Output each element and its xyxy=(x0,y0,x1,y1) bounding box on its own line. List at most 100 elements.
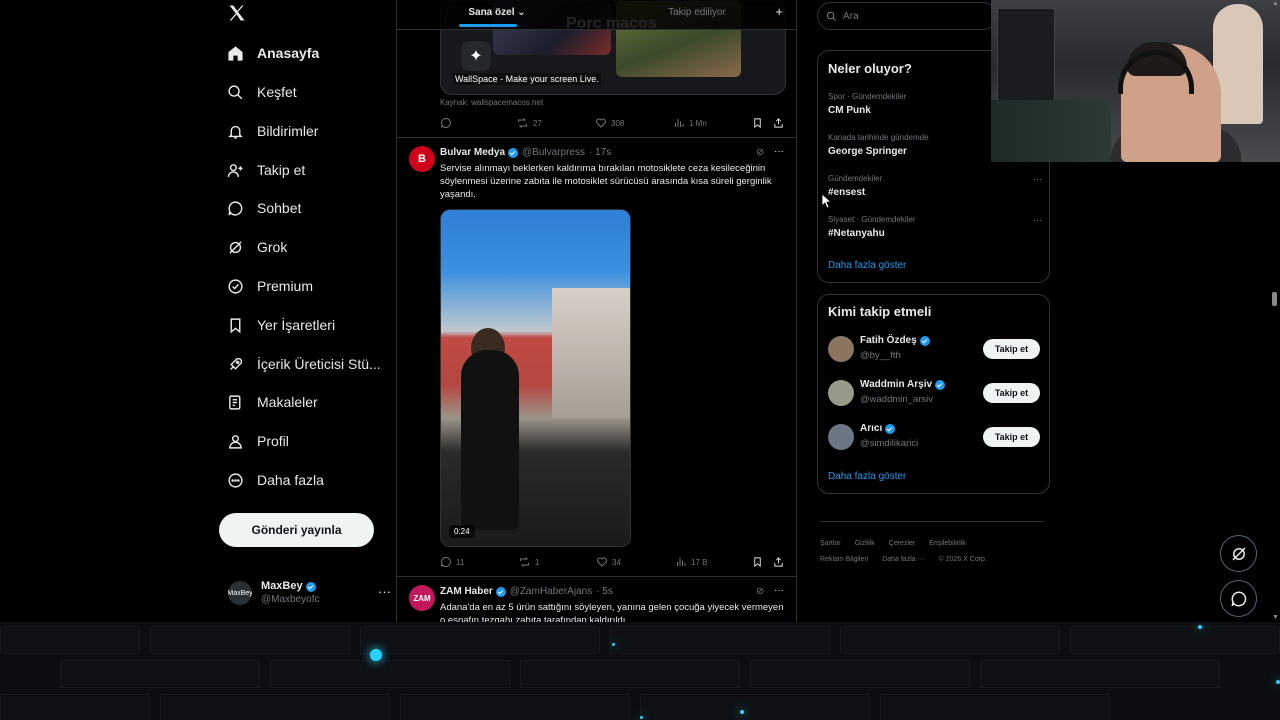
trend-item[interactable]: Gündemdekiler #ensest ··· xyxy=(828,174,1042,198)
active-tab-indicator xyxy=(459,24,517,27)
tweet-text: Servise alınmayı beklerken kaldırıma bır… xyxy=(440,163,772,200)
search-placeholder: Ara xyxy=(843,10,859,22)
more-options-icon[interactable]: ··· xyxy=(1033,174,1042,184)
tweet-author-name[interactable]: ZAM Haber xyxy=(440,586,493,597)
nav-label: Yer İşaretleri xyxy=(257,317,336,333)
timeline-tabs: Sana özel ⌄ Takip ediliyor + xyxy=(397,0,796,30)
bookmark-icon xyxy=(754,118,761,129)
post-button[interactable]: Gönderi yayınla xyxy=(219,513,374,547)
nav-label: Anasayfa xyxy=(257,45,320,61)
divider xyxy=(397,576,796,577)
views-button[interactable]: 1 Mn xyxy=(673,117,707,129)
grok-float-button[interactable] xyxy=(1220,535,1257,572)
nav-item-more[interactable]: Daha fazla xyxy=(226,465,324,495)
nav-item-follow[interactable]: Takip et xyxy=(226,155,305,185)
repost-button[interactable]: 27 xyxy=(516,117,542,129)
nav-label: Premium xyxy=(257,278,314,294)
avatar xyxy=(828,380,854,406)
nav-label: Keşfet xyxy=(257,84,297,100)
avatar xyxy=(828,336,854,362)
views-button[interactable]: 17 B xyxy=(675,556,707,568)
tweet-author-handle[interactable]: @Bulvarpress xyxy=(522,147,585,158)
x-logo-icon[interactable] xyxy=(227,2,249,24)
nav-item-chat[interactable]: Sohbet xyxy=(226,193,301,223)
share-icon xyxy=(774,118,783,128)
nav-item-explore[interactable]: Keşfet xyxy=(226,77,297,107)
stream-overlay-background xyxy=(0,622,1280,720)
follow-suggestion[interactable]: Arıcı @simdilikarici Takip et xyxy=(828,422,1040,452)
sparkle-icon: ✦ xyxy=(461,41,491,71)
tab-for-you[interactable]: Sana özel ⌄ xyxy=(397,0,597,29)
repost-button[interactable]: 1 xyxy=(518,556,539,568)
footer-link[interactable]: Çerezler xyxy=(889,536,915,552)
reply-button[interactable]: 11 xyxy=(440,556,464,568)
trend-item[interactable]: Siyaset · Gündemdekiler #Netanyahu ··· xyxy=(828,215,1042,239)
grok-icon[interactable]: ⊘ xyxy=(756,147,764,158)
premium-icon xyxy=(226,277,244,295)
tab-following[interactable]: Takip ediliyor xyxy=(597,0,796,29)
follow-suggestion[interactable]: Fatih Özdeş @by__fth Takip et xyxy=(828,334,1040,364)
bookmark-icon xyxy=(754,557,761,568)
more-options-icon[interactable]: ··· xyxy=(378,584,391,599)
avatar[interactable]: B xyxy=(409,146,435,172)
scrollbar-thumb[interactable] xyxy=(1272,292,1277,306)
more-options-icon[interactable]: ··· xyxy=(774,146,784,157)
grok-icon xyxy=(226,238,244,256)
reply-button[interactable] xyxy=(440,117,456,129)
messages-float-button[interactable] xyxy=(1220,580,1257,617)
share-icon xyxy=(774,557,783,567)
trends-title: Neler oluyor? xyxy=(828,61,912,76)
share-button[interactable] xyxy=(773,556,788,568)
footer-link[interactable]: Erişilebilirlik xyxy=(929,536,966,552)
card-source[interactable]: Kaynak: wallspacemacos.net xyxy=(440,98,543,107)
footer-link[interactable]: Daha fazla ··· xyxy=(882,552,924,568)
tweet-actions: 11 1 34 17 B xyxy=(440,556,786,570)
add-tab-icon[interactable]: + xyxy=(775,4,783,19)
follow-suggestion[interactable]: Waddmin Arşiv @waddmin_arsiv Takip et xyxy=(828,378,1040,408)
like-button[interactable]: 34 xyxy=(596,556,621,568)
avatar[interactable]: ZAM xyxy=(409,585,435,611)
copyright: © 2026 X Corp. xyxy=(938,556,987,563)
who-to-follow-title: Kimi takip etmeli xyxy=(828,304,932,319)
timeline: Sana özel ⌄ Takip ediliyor + Porc macos … xyxy=(396,0,797,622)
account-name: MaxBey xyxy=(261,580,303,592)
more-options-icon[interactable]: ··· xyxy=(774,585,784,596)
follow-button[interactable]: Takip et xyxy=(983,427,1040,447)
footer-link[interactable]: Şartlar xyxy=(820,536,841,552)
share-button[interactable] xyxy=(773,117,788,129)
nav-item-profile[interactable]: Profil xyxy=(226,426,289,456)
tweet-author-handle[interactable]: @ZamHaberAjans xyxy=(510,586,592,597)
nav-item-premium[interactable]: Premium xyxy=(226,271,313,301)
nav-label: Sohbet xyxy=(257,200,302,216)
tweet-time[interactable]: · 5s xyxy=(596,586,613,597)
scroll-down-arrow-icon[interactable]: ▼ xyxy=(1272,614,1279,621)
tweet-time[interactable]: · 17s xyxy=(589,147,611,158)
footer-links: Şartlar Gizlilik Çerezler Erişilebilirli… xyxy=(820,521,1044,568)
nav-item-notifications[interactable]: Bildirimler xyxy=(226,116,318,146)
nav-item-bookmarks[interactable]: Yer İşaretleri xyxy=(226,310,335,340)
who-to-follow-show-more-link[interactable]: Daha fazla göster xyxy=(828,471,906,482)
bookmark-button[interactable] xyxy=(752,117,767,129)
account-switcher[interactable]: MaxBey MaxBey @Maxbeyofc ··· xyxy=(228,580,391,606)
follow-button[interactable]: Takip et xyxy=(983,339,1040,359)
nav-item-articles[interactable]: Makaleler xyxy=(226,387,318,417)
footer-link[interactable]: Reklam Bilgileri xyxy=(820,552,868,568)
nav-item-grok[interactable]: Grok xyxy=(226,232,287,262)
scroll-up-arrow-icon[interactable]: ▲ xyxy=(1272,0,1279,7)
verified-badge-icon xyxy=(508,147,519,158)
follow-button[interactable]: Takip et xyxy=(983,383,1040,403)
more-options-icon[interactable]: ··· xyxy=(1033,215,1042,225)
tweet-video[interactable]: 0:24 xyxy=(440,209,631,547)
search-input[interactable]: Ara xyxy=(817,2,997,30)
bookmark-button[interactable] xyxy=(752,556,767,568)
like-button[interactable]: 308 xyxy=(595,117,624,129)
grok-icon[interactable]: ⊘ xyxy=(756,586,764,597)
trends-show-more-link[interactable]: Daha fazla göster xyxy=(828,260,906,271)
footer-link[interactable]: Gizlilik xyxy=(855,536,875,552)
nav-label: Bildirimler xyxy=(257,123,319,139)
tweet-author-name[interactable]: Bulvar Medya xyxy=(440,147,505,158)
nav-item-creator-studio[interactable]: İçerik Üreticisi Stü... xyxy=(226,349,381,379)
suggestion-handle: @simdilikarici xyxy=(860,438,919,449)
suggestion-name: Waddmin Arşiv xyxy=(860,379,933,390)
nav-item-home[interactable]: Anasayfa xyxy=(226,38,319,68)
